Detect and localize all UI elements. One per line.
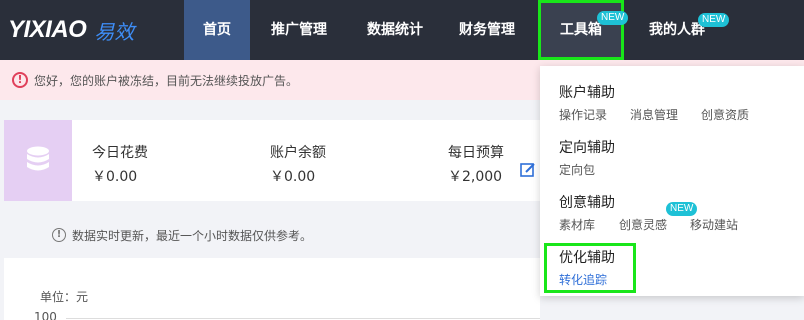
stat-account-balance: 账户余额 ￥0.00: [270, 142, 326, 186]
stat-today-spend: 今日花费 ￥0.00: [92, 142, 148, 186]
nav-home[interactable]: 首页: [184, 0, 250, 60]
stats-card: 今日花费 ￥0.00 账户余额 ￥0.00 每日预算 ￥2,000: [4, 120, 544, 201]
nav-data-statistics[interactable]: 数据统计: [358, 0, 432, 60]
menu-item-targeting-package[interactable]: 定向包: [559, 161, 595, 178]
data-note-text: 数据实时更新，最近一个小时数据仅供参考。: [72, 229, 313, 243]
stat-daily-budget: 每日预算 ￥2,000: [448, 142, 504, 186]
nav-toolbox-label: 工具箱: [560, 22, 602, 38]
stat-value: ￥0.00: [270, 169, 316, 185]
stats-icon-box: [4, 120, 72, 201]
unit-label: 单位：元: [40, 290, 89, 304]
top-nav: YIXIAO 易效 首页 推广管理 数据统计 财务管理 工具箱 NEW 我的人群…: [0, 0, 804, 60]
stat-label: 账户余额: [270, 145, 326, 161]
logo-text-en: YIXIAO: [8, 16, 87, 43]
logo[interactable]: YIXIAO 易效: [8, 14, 134, 46]
new-badge: NEW: [666, 202, 698, 216]
edit-icon[interactable]: [520, 162, 536, 178]
alert-text: 您好，您的账户被冻结，目前无法继续投放广告。: [34, 74, 299, 88]
nav-promotion-management[interactable]: 推广管理: [262, 0, 336, 60]
group-title-creative: 创意辅助: [559, 195, 615, 211]
stat-value: ￥2,000: [448, 169, 503, 185]
nav-my-crowd[interactable]: 我的人群 NEW: [632, 0, 730, 60]
new-badge: NEW: [597, 11, 629, 25]
y-tick-label: 100: [34, 310, 57, 320]
nav-toolbox[interactable]: 工具箱 NEW: [538, 0, 629, 60]
menu-item-operation-log[interactable]: 操作记录: [559, 106, 607, 123]
new-badge: NEW: [698, 13, 730, 27]
info-icon: !: [52, 228, 66, 242]
stat-label: 今日花费: [92, 145, 148, 161]
database-icon: [27, 146, 49, 171]
menu-item-creative-inspiration[interactable]: 创意灵感: [619, 216, 667, 233]
menu-item-mobile-site-builder[interactable]: 移动建站: [690, 216, 738, 233]
stat-value: ￥0.00: [92, 169, 138, 185]
exclamation-icon: !: [12, 72, 28, 88]
menu-item-material-library[interactable]: 素材库: [559, 216, 595, 233]
logo-text-cn: 易效: [94, 19, 135, 44]
grid-line: [66, 318, 540, 319]
stat-label: 每日预算: [448, 145, 504, 161]
nav-finance-management[interactable]: 财务管理: [450, 0, 524, 60]
optimization-highlight-box: [544, 243, 636, 293]
group-title-account: 账户辅助: [559, 85, 615, 101]
chart-area: 单位：元 100: [4, 258, 540, 320]
group-title-targeting: 定向辅助: [559, 140, 615, 156]
nav-my-crowd-label: 我的人群: [649, 22, 705, 38]
menu-item-creative-qualification[interactable]: 创意资质: [701, 106, 749, 123]
menu-item-message-management[interactable]: 消息管理: [630, 106, 678, 123]
